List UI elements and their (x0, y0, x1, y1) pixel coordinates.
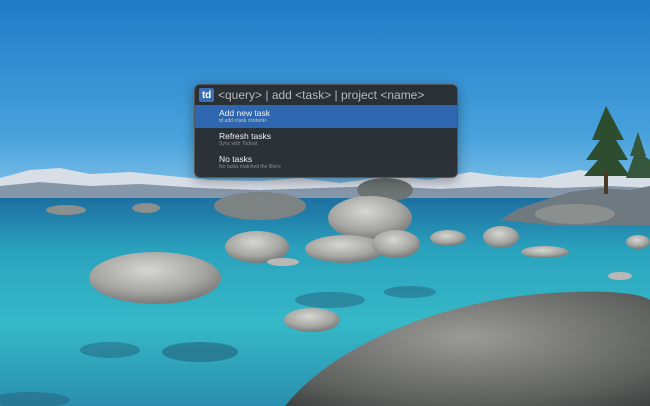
result-subtitle: td add <task content> (219, 118, 268, 124)
result-title: Add new task (219, 108, 271, 118)
query-input[interactable] (218, 86, 453, 104)
result-add-new-task[interactable]: Add new task td add <task content> (195, 105, 457, 128)
result-title: No tasks (219, 154, 253, 164)
result-refresh-tasks[interactable]: Refresh tasks Sync with Todoist (195, 128, 457, 151)
desktop-wallpaper (0, 0, 650, 406)
result-title: Refresh tasks (219, 131, 271, 141)
search-bar: td (195, 85, 457, 105)
todoist-app-icon: td (199, 88, 214, 102)
result-subtitle: No tasks matched the filters (219, 164, 281, 170)
results-list: Add new task td add <task content> Refre… (195, 105, 457, 174)
result-no-tasks[interactable]: No tasks No tasks matched the filters (195, 151, 457, 174)
task-launcher-panel: td Add new task td add <task content> Re… (194, 84, 458, 178)
result-subtitle: Sync with Todoist (219, 141, 258, 147)
